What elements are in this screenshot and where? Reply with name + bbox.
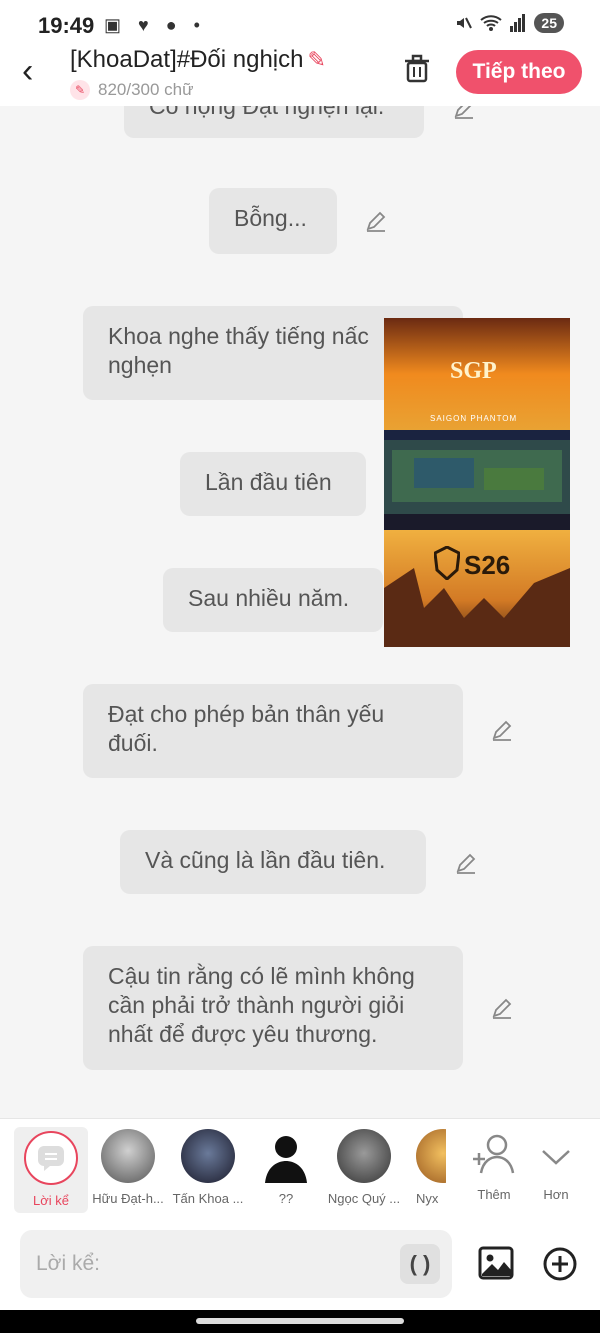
trash-icon[interactable] xyxy=(402,54,432,84)
avatar xyxy=(416,1129,446,1183)
pencil-icon: ✎ xyxy=(70,80,90,100)
message-text: Đạt cho phép bản thân yếu đuối. xyxy=(108,701,385,756)
add-circle-icon[interactable] xyxy=(542,1246,578,1282)
input-placeholder: Lời kể: xyxy=(36,1252,100,1275)
avatar xyxy=(101,1129,155,1183)
character-bar: Lời kể Hữu Đạt-h... Tấn Khoa ... ?? Ngọc… xyxy=(0,1118,600,1221)
edit-pencil-icon[interactable] xyxy=(490,996,514,1020)
notification-icons: ▣ ♥ ● • xyxy=(104,15,206,35)
narrator-avatar xyxy=(24,1131,78,1185)
avatar xyxy=(337,1129,391,1183)
message-text: Khoa nghe thấy tiếng nấc nghẹn xyxy=(108,323,369,378)
character-label: Ngọc Quý ... xyxy=(327,1191,401,1206)
signal-icon xyxy=(510,14,526,32)
next-button[interactable]: Tiếp theo xyxy=(456,50,582,94)
system-icons: 25 xyxy=(454,13,564,33)
silhouette-avatar xyxy=(259,1129,313,1183)
character-label: Tấn Khoa ... xyxy=(172,1191,244,1206)
story-title-text: [KhoaDat]#Đối nghịch xyxy=(70,46,304,73)
message-text: Sau nhiều năm. xyxy=(188,585,350,611)
character-narrator[interactable]: Lời kể xyxy=(14,1127,88,1213)
character-item[interactable]: Tấn Khoa ... xyxy=(170,1129,246,1206)
edit-pencil-icon[interactable] xyxy=(490,718,514,742)
character-item[interactable]: Ngọc Quý ... xyxy=(326,1129,402,1206)
message-text: Và cũng là lần đầu tiên. xyxy=(145,847,386,873)
character-label: Nyx xyxy=(416,1191,439,1206)
edit-title-icon[interactable]: ✎ xyxy=(307,47,325,72)
battery-icon: 25 xyxy=(534,13,564,33)
message-bubble[interactable]: Đạt cho phép bản thân yếu đuối. xyxy=(83,684,463,778)
avatar xyxy=(181,1129,235,1183)
header: ‹ [KhoaDat]#Đối nghịch ✎ ✎ 820/300 chữ Ti… xyxy=(0,46,600,106)
character-label: ?? xyxy=(278,1191,294,1206)
edit-pencil-icon[interactable] xyxy=(364,209,388,233)
shield-logo-icon xyxy=(434,546,460,580)
character-label: Lời kể xyxy=(33,1193,69,1208)
char-count-text: 820/300 chữ xyxy=(98,80,194,99)
message-text: Bỗng... xyxy=(234,205,307,231)
back-arrow-icon[interactable]: ‹ xyxy=(22,54,33,88)
parentheses-button[interactable]: ( ) xyxy=(400,1244,440,1284)
chat-bubble-icon xyxy=(38,1146,64,1171)
image-icon[interactable] xyxy=(478,1246,514,1280)
mute-icon xyxy=(457,17,473,29)
thumbnail-top-caption: SAIGON PHANTOM xyxy=(430,414,518,423)
message-bubble[interactable]: Bỗng... xyxy=(209,188,337,254)
message-bubble[interactable]: Và cũng là lần đầu tiên. xyxy=(120,830,426,894)
message-bubble[interactable]: Sau nhiều năm. xyxy=(163,568,383,632)
message-text: Cậu tin rằng có lẽ mình không cần phải t… xyxy=(108,963,415,1047)
message-bubble[interactable]: Cổ họng Đạt nghẹn lại. xyxy=(124,106,424,138)
status-bar: 19:49 ▣ ♥ ● • 25 xyxy=(0,0,600,50)
character-item[interactable]: ?? xyxy=(248,1129,324,1206)
message-text: Lần đầu tiên xyxy=(205,469,332,495)
message-input[interactable]: Lời kể: ( ) xyxy=(20,1230,452,1298)
person-silhouette-icon xyxy=(265,1136,307,1183)
thumbnail-bottom-brand: S26 xyxy=(464,550,511,580)
message-bubble[interactable]: Cậu tin rằng có lẽ mình không cần phải t… xyxy=(83,946,463,1070)
message-bubble[interactable]: Lần đầu tiên xyxy=(180,452,366,516)
status-time: 19:49 xyxy=(38,13,95,38)
more-characters-button[interactable]: Hơn xyxy=(518,1129,594,1202)
wifi-icon xyxy=(480,15,503,31)
character-item[interactable]: Hữu Đạt-h... xyxy=(90,1129,166,1206)
thumbnail-top-brand: SGP xyxy=(450,358,497,384)
character-item[interactable]: Nyx xyxy=(406,1129,446,1206)
add-person-icon xyxy=(473,1134,515,1174)
edit-pencil-icon[interactable] xyxy=(452,106,476,120)
home-gesture-bar[interactable] xyxy=(196,1318,404,1324)
character-label: Hơn xyxy=(543,1187,569,1202)
story-title[interactable]: [KhoaDat]#Đối nghịch ✎ xyxy=(70,46,326,74)
edit-pencil-icon[interactable] xyxy=(454,851,478,875)
char-counter: ✎ 820/300 chữ xyxy=(70,80,194,100)
character-label: Hữu Đạt-h... xyxy=(92,1191,164,1206)
input-bar: Lời kể: ( ) xyxy=(0,1220,600,1310)
floating-video-thumbnail[interactable]: SGP SAIGON PHANTOM S26 xyxy=(384,318,570,647)
system-nav-bar xyxy=(0,1310,600,1333)
message-text: Cổ họng Đạt nghẹn lại. xyxy=(149,106,385,119)
chevron-down-icon xyxy=(542,1150,570,1165)
